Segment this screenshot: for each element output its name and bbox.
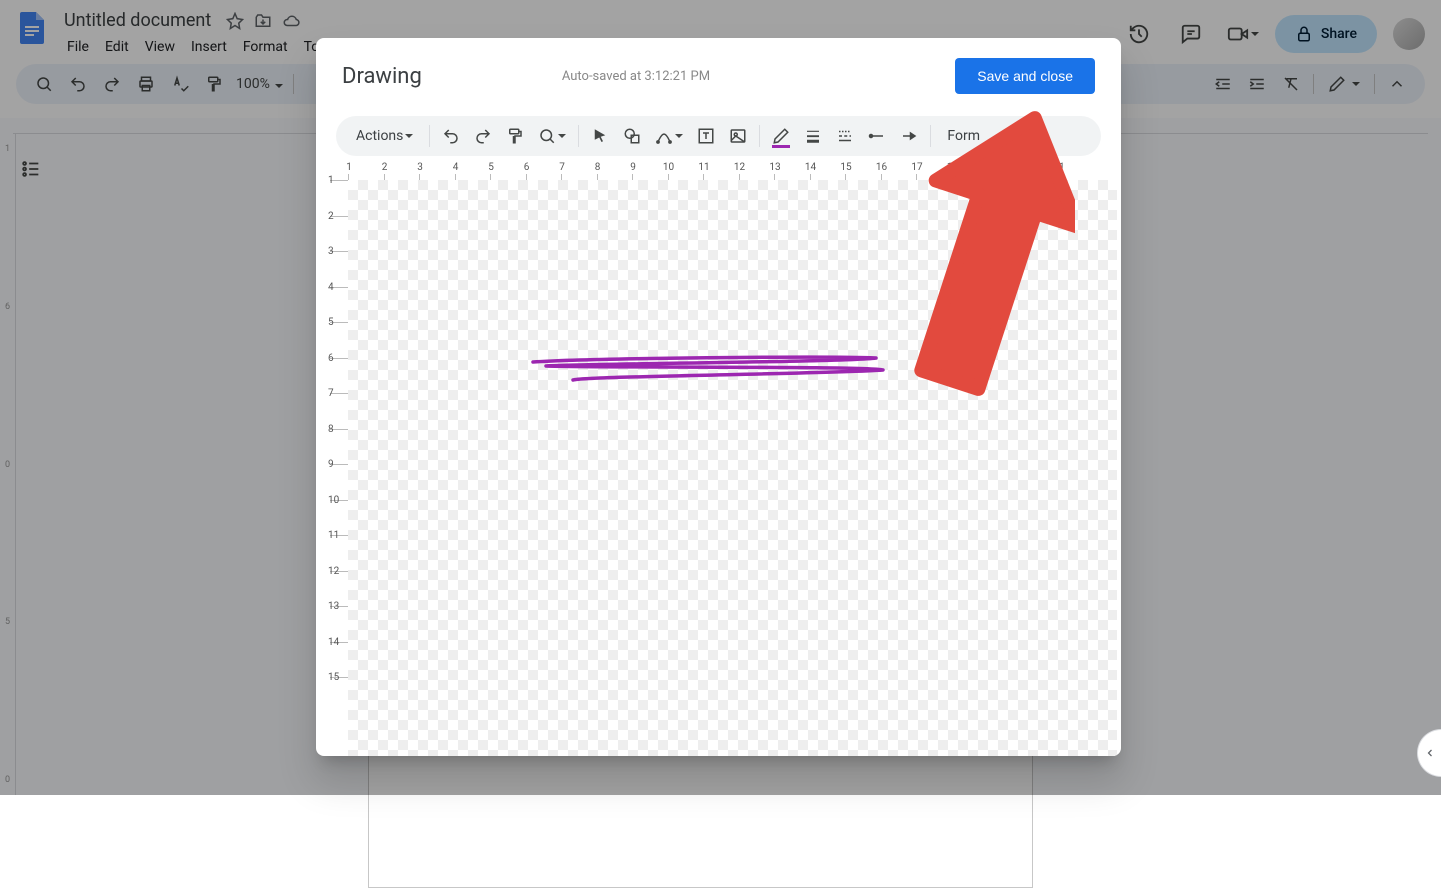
horizontal-ruler[interactable]: 123456789101112131415161718192021 (330, 162, 1121, 180)
text-box-icon[interactable] (691, 121, 721, 151)
ruler-tick: 15 (330, 677, 348, 713)
actions-dropdown[interactable]: Actions (346, 121, 423, 151)
line-weight-icon[interactable] (798, 121, 828, 151)
line-end-icon[interactable] (894, 121, 924, 151)
vertical-ruler[interactable]: 123456789101112131415 (330, 180, 348, 756)
drawing-modal: Drawing Auto-saved at 3:12:21 PM Save an… (316, 38, 1121, 756)
shape-tool-icon[interactable] (617, 121, 647, 151)
modal-header: Drawing Auto-saved at 3:12:21 PM Save an… (316, 38, 1121, 106)
drawing-toolbar: Actions Form (336, 116, 1101, 156)
modal-title: Drawing (342, 64, 422, 89)
drawing-canvas[interactable] (348, 180, 1117, 756)
save-and-close-button[interactable]: Save and close (955, 58, 1095, 94)
line-start-icon[interactable] (862, 121, 892, 151)
redo-icon[interactable] (468, 121, 498, 151)
image-icon[interactable] (723, 121, 753, 151)
undo-icon[interactable] (436, 121, 466, 151)
line-dash-icon[interactable] (830, 121, 860, 151)
zoom-dropdown[interactable] (532, 121, 572, 151)
scribble-drawing[interactable] (528, 350, 888, 390)
paint-format-icon[interactable] (500, 121, 530, 151)
line-tool-dropdown[interactable] (649, 121, 689, 151)
line-color-icon[interactable] (766, 121, 796, 151)
format-options-label[interactable]: Form (937, 128, 990, 144)
autosave-status: Auto-saved at 3:12:21 PM (562, 69, 710, 84)
drawing-canvas-area: 123456789101112131415161718192021 123456… (330, 162, 1121, 756)
select-tool-icon[interactable] (585, 121, 615, 151)
